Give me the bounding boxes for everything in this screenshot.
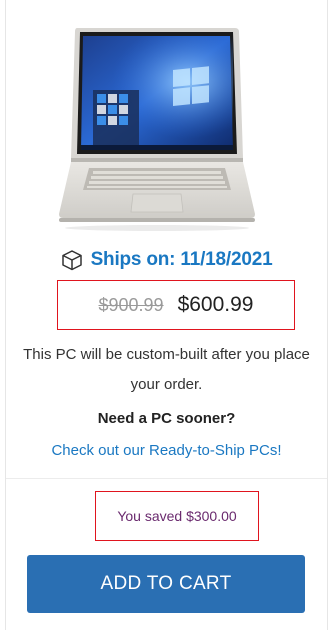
original-price: $900.99 <box>98 294 164 315</box>
box-icon <box>61 249 83 271</box>
price-box: $900.99 $600.99 <box>57 280 295 330</box>
current-price: $600.99 <box>177 293 254 316</box>
laptop-product-image[interactable] <box>57 18 257 233</box>
add-to-cart-button[interactable]: ADD TO CART <box>27 555 305 613</box>
ships-on-label: Ships on: 11/18/2021 <box>90 249 273 270</box>
product-card: Ships on: 11/18/2021 $900.99 $600.99 Thi… <box>5 0 328 630</box>
ships-on-row: Ships on: 11/18/2021 <box>6 245 327 275</box>
divider <box>6 478 327 479</box>
custom-build-note: This PC will be custom-built after you p… <box>23 346 310 393</box>
need-pc-sooner-heading: Need a PC sooner? <box>97 410 236 427</box>
savings-text: You saved $300.00 <box>117 508 237 524</box>
savings-box: You saved $300.00 <box>95 491 259 541</box>
ready-to-ship-link[interactable]: Check out our Ready-to-Ship PCs! <box>6 442 327 459</box>
